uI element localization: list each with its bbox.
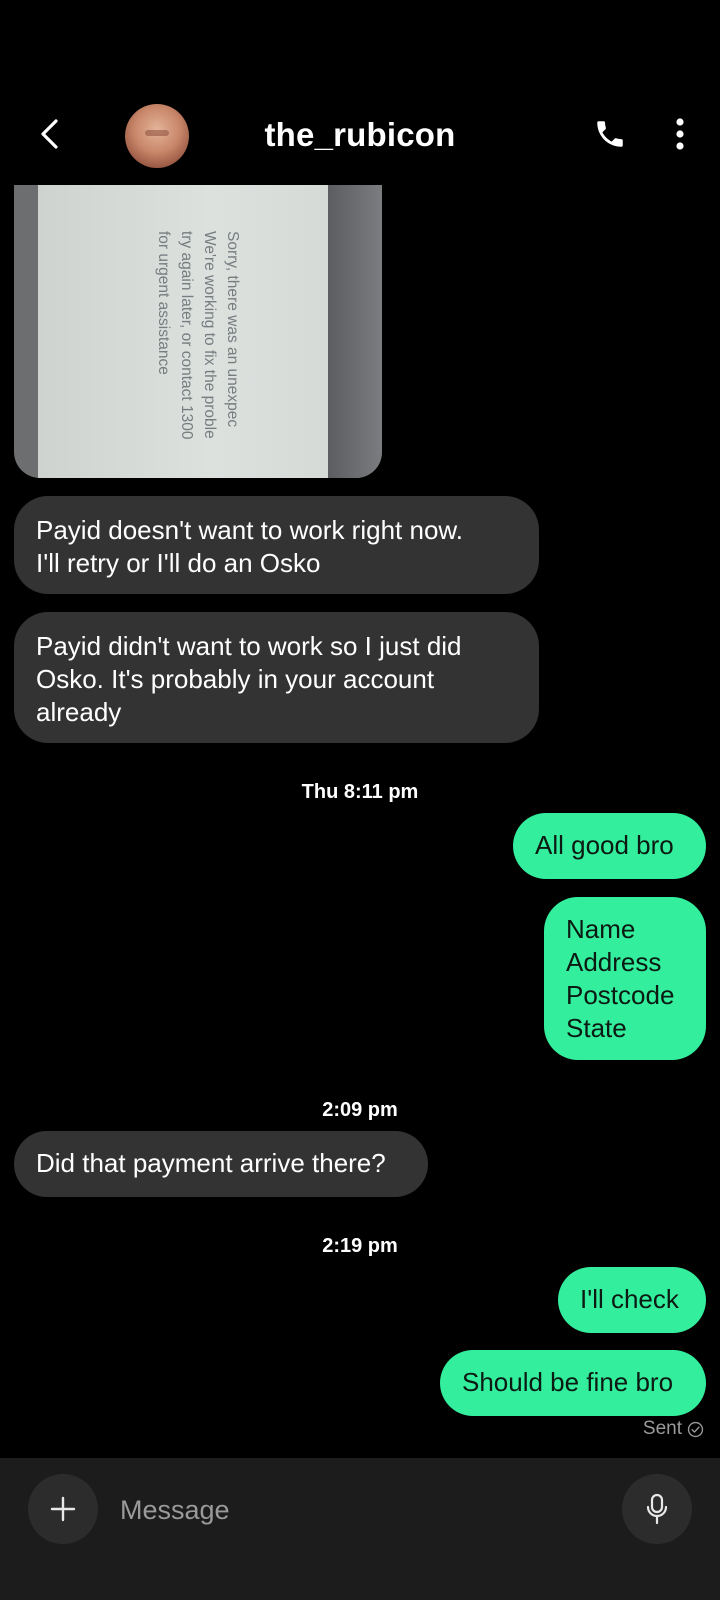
more-options-button[interactable] [660, 112, 700, 156]
check-circle-icon [687, 1421, 704, 1437]
voice-message-button[interactable] [622, 1474, 692, 1544]
message-input[interactable] [118, 1482, 592, 1538]
message-composer [0, 1458, 720, 1600]
message-timestamp: 2:19 pm [322, 1235, 398, 1257]
phone-icon [597, 121, 623, 147]
plus-icon [50, 1496, 76, 1522]
incoming-message[interactable]: Payid doesn't want to work right now. I'… [14, 496, 539, 594]
more-vertical-icon [676, 118, 684, 150]
chat-header: the_rubicon [0, 90, 720, 180]
outgoing-message[interactable]: I'll check [558, 1267, 706, 1333]
image-message[interactable]: Sorry, there was an unexpec We're workin… [14, 185, 382, 478]
photo-error-text: Sorry, there was an unexpec We're workin… [155, 231, 241, 440]
photo-edge [328, 185, 382, 478]
message-timestamp: Thu 8:11 pm [301, 781, 419, 803]
sent-status: Sent [643, 1418, 704, 1440]
message-timestamp: 2:09 pm [322, 1099, 398, 1121]
microphone-icon [646, 1493, 668, 1525]
outgoing-message[interactable]: Name Address Postcode State [544, 897, 706, 1060]
outgoing-message[interactable]: All good bro [513, 813, 706, 879]
incoming-message[interactable]: Payid didn't want to work so I just did … [14, 612, 539, 743]
sent-label: Sent [642, 1418, 682, 1439]
outgoing-message[interactable]: Should be fine bro [440, 1350, 706, 1416]
incoming-message[interactable]: Did that payment arrive there? [14, 1131, 428, 1197]
attach-button[interactable] [28, 1474, 98, 1544]
call-button[interactable] [588, 112, 632, 156]
